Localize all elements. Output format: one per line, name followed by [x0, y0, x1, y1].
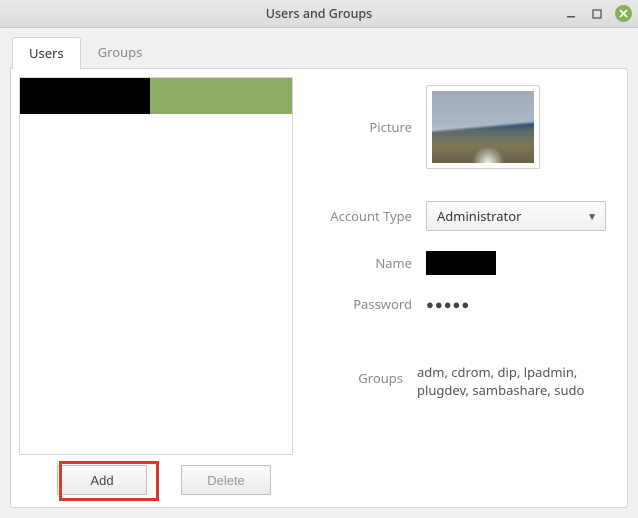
tab-row: Users Groups	[12, 36, 628, 68]
label-picture: Picture	[311, 118, 426, 136]
field-name: Name	[311, 251, 607, 275]
label-name: Name	[311, 254, 426, 272]
label-account-type: Account Type	[311, 207, 426, 225]
close-button[interactable]	[615, 5, 632, 22]
window-controls	[563, 5, 632, 22]
window-title: Users and Groups	[266, 5, 373, 22]
user-avatar-redacted	[20, 78, 78, 114]
name-value-redacted[interactable]	[426, 251, 496, 275]
tab-pane-users: Add Delete Picture Account Type Administ…	[10, 68, 628, 508]
user-list-item[interactable]	[20, 78, 292, 114]
label-password: Password	[311, 295, 426, 313]
field-account-type: Account Type Administrator ▼	[311, 201, 607, 231]
list-button-row: Add Delete	[19, 455, 293, 495]
field-picture: Picture	[311, 79, 607, 175]
account-type-value: Administrator	[437, 207, 521, 225]
detail-panel: Picture Account Type Administrator ▼ Nam…	[301, 69, 627, 507]
picture-button[interactable]	[426, 85, 540, 169]
user-picture	[432, 91, 534, 163]
user-list[interactable]	[19, 77, 293, 455]
titlebar: Users and Groups	[0, 0, 638, 28]
tab-users[interactable]: Users	[12, 37, 81, 69]
account-type-select[interactable]: Administrator ▼	[426, 201, 606, 231]
field-groups: Groups adm, cdrom, dip, lpadmin, plugdev…	[311, 363, 607, 399]
maximize-button[interactable]	[589, 6, 605, 22]
label-groups: Groups	[311, 363, 417, 387]
left-column: Add Delete	[11, 69, 301, 507]
groups-value: adm, cdrom, dip, lpadmin, plugdev, samba…	[417, 363, 607, 399]
minimize-button[interactable]	[563, 6, 579, 22]
password-value[interactable]: ●●●●●	[426, 295, 470, 313]
add-button[interactable]: Add	[57, 465, 147, 495]
user-name-redacted	[78, 78, 150, 114]
tab-groups[interactable]: Groups	[81, 36, 160, 68]
field-password: Password ●●●●●	[311, 295, 607, 313]
content: Users Groups Add Delete Picture	[0, 28, 638, 518]
delete-button[interactable]: Delete	[181, 465, 271, 495]
chevron-down-icon: ▼	[587, 209, 597, 223]
